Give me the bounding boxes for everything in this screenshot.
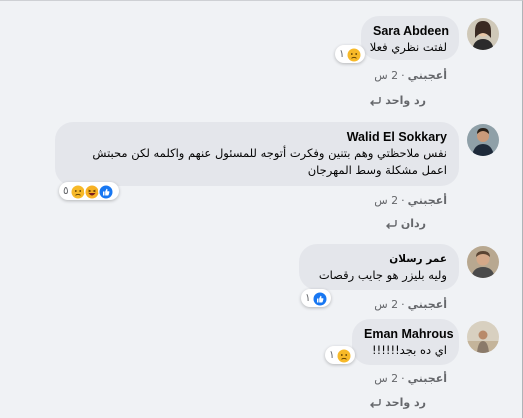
- reaction-count: ١: [339, 48, 345, 60]
- sad-icon: [335, 347, 352, 363]
- comment-time[interactable]: 2 س: [374, 194, 398, 207]
- comment-time[interactable]: 2 س: [374, 298, 398, 311]
- reply-arrow-icon: [385, 219, 397, 229]
- comment-meta: أعجبني·2 س: [374, 372, 447, 385]
- comment-text: اي ده بجد!!!!!!: [372, 343, 447, 357]
- reactions-summary[interactable]: ١: [335, 45, 365, 63]
- like-link[interactable]: أعجبني: [408, 194, 447, 207]
- comment-text: لفتت نظري فعلا: [369, 40, 447, 54]
- reactions-summary[interactable]: ١: [325, 346, 355, 364]
- comment-meta: أعجبني·2 س: [374, 194, 447, 207]
- reply-arrow-icon: [369, 96, 381, 106]
- like-link[interactable]: أعجبني: [408, 372, 447, 385]
- like-link[interactable]: أعجبني: [408, 298, 447, 311]
- replies-label: ردان: [400, 217, 426, 230]
- replies-label: رد واحد: [385, 396, 426, 409]
- avatar[interactable]: [467, 18, 499, 50]
- reaction-count: ٥: [63, 185, 69, 197]
- comment-bubble: عمر رسلان وليه بليزر هو جايب رقصات: [299, 244, 459, 290]
- comment-bubble: Walid El Sokkary نفس ملاحظتي وهم بتنين و…: [55, 122, 459, 186]
- avatar[interactable]: [467, 321, 499, 353]
- avatar[interactable]: [467, 124, 499, 156]
- reply-arrow-icon: [369, 398, 381, 408]
- reactions-summary[interactable]: ١: [301, 289, 331, 307]
- comment-meta: أعجبني·2 س: [374, 298, 447, 311]
- comment-text: وليه بليزر هو جايب رقصات: [318, 268, 447, 282]
- comment-time[interactable]: 2 س: [374, 69, 398, 82]
- sad-icon: [345, 46, 362, 62]
- comment-bubble: Eman Mahrous اي ده بجد!!!!!!: [352, 319, 459, 365]
- comment-text-line-1: نفس ملاحظتي وهم بتنين وفكرت أتوجه للمسئو…: [92, 146, 447, 160]
- view-replies-link[interactable]: ردان: [385, 217, 426, 231]
- comment-text-line-2: اعمل مشكلة وسط المهرجان: [307, 163, 447, 177]
- reaction-count: ١: [329, 349, 335, 361]
- comment-time[interactable]: 2 س: [374, 372, 398, 385]
- replies-label: رد واحد: [385, 94, 426, 107]
- view-replies-link[interactable]: رد واحد: [369, 94, 426, 108]
- avatar[interactable]: [467, 246, 499, 278]
- comment-author[interactable]: Sara Abdeen: [373, 23, 449, 39]
- comment-author[interactable]: Eman Mahrous: [364, 326, 454, 342]
- comments-panel: Sara Abdeen لفتت نظري فعلا ١ أعجبني·2 س …: [0, 0, 523, 418]
- comment-meta: أعجبني·2 س: [374, 69, 447, 82]
- view-replies-link[interactable]: رد واحد: [369, 396, 426, 410]
- like-icon: [311, 290, 328, 306]
- comment-author[interactable]: عمر رسلان: [311, 251, 447, 267]
- like-link[interactable]: أعجبني: [408, 69, 447, 82]
- comment-bubble: Sara Abdeen لفتت نظري فعلا: [361, 16, 459, 60]
- reaction-count: ١: [305, 292, 311, 304]
- comment-author[interactable]: Walid El Sokkary: [67, 129, 447, 145]
- like-icon: [97, 183, 114, 199]
- reactions-summary[interactable]: ٥: [59, 182, 119, 200]
